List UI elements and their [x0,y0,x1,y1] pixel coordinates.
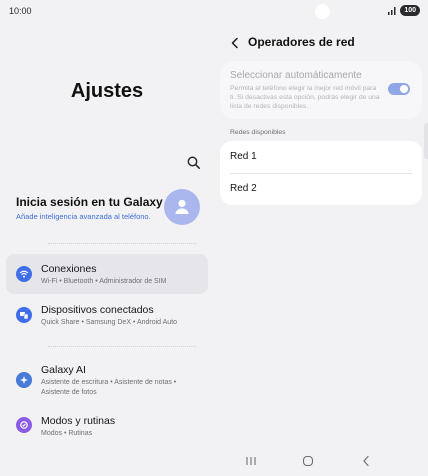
navigation-bar [214,446,428,476]
auto-select-toggle[interactable] [388,83,410,95]
page-title: Ajustes [70,80,144,102]
galaxy-account-row[interactable]: Inicia sesión en tu Galaxy Añade intelig… [6,185,206,233]
menu-item-subtitle: Asistente de escritura • Asistente de no… [41,379,177,396]
galaxy-ai-icon [16,372,32,388]
signal-icon [388,6,396,15]
back-arrow-icon [231,37,238,49]
home-icon [302,455,314,467]
network-label: Red 1 [230,151,257,162]
menu-item-modos-y-rutinas[interactable]: Modos y rutinas Modos • Rutinas [6,410,208,444]
page-title: Operadores de red [248,35,355,49]
menu-item-title: Galaxy AI [41,364,86,376]
status-bar: 10:00 100 [0,0,428,22]
menu-item-galaxy-ai[interactable]: Galaxy AI Asistente de escritura • Asist… [6,358,208,404]
back-button[interactable] [228,36,242,50]
menu-item-subtitle: Wi-Fi • Bluetooth • Administrador de SIM [41,278,167,285]
network-item[interactable]: Red 1 [220,141,422,173]
toggle-knob [400,85,408,93]
networks-list: Red 1 Red 2 [220,141,422,205]
menu-item-title: Modos y rutinas [41,415,116,427]
menu-item-subtitle: Modos • Rutinas [41,430,93,437]
modes-icon [16,417,32,433]
network-operators-pane: Operadores de red Seleccionar automática… [214,22,428,442]
settings-pane: Ajustes Inicia sesión en tu Galaxy Añade… [0,22,214,442]
status-icons: 100 [388,5,420,16]
menu-item-subtitle: Quick Share • Samsung DeX • Android Auto [41,319,178,326]
divider [48,346,196,347]
network-item[interactable]: Red 2 [220,173,422,205]
network-label: Red 2 [230,183,257,194]
chevron-left-icon [363,455,369,467]
devices-icon [16,307,32,323]
account-subtitle: Añade inteligencia avanzada al teléfono. [16,212,151,221]
menu-item-conexiones[interactable]: Conexiones Wi-Fi • Bluetooth • Administr… [6,254,208,294]
battery-icon: 100 [400,5,420,16]
menu-item-dispositivos-conectados[interactable]: Dispositivos conectados Quick Share • Sa… [6,298,208,334]
edge-panel-handle[interactable] [424,123,428,159]
back-nav-button[interactable] [358,454,374,468]
section-label: Redes disponibles [230,129,286,136]
person-icon [175,199,189,214]
avatar[interactable] [164,189,200,225]
home-button[interactable] [300,454,316,468]
auto-select-description: Permita al teléfono elegir la mejor red … [230,85,380,110]
menu-item-title: Conexiones [41,263,97,275]
menu-item-title: Dispositivos conectados [41,304,154,316]
account-title: Inicia sesión en tu Galaxy [16,195,163,209]
auto-select-card[interactable]: Seleccionar automáticamente Permita al t… [220,61,422,119]
wifi-icon [16,266,32,282]
recents-icon [246,457,256,465]
divider [48,243,196,244]
recents-button[interactable] [243,454,259,468]
camera-cutout [315,4,330,19]
auto-select-title: Seleccionar automáticamente [230,70,362,81]
search-icon [187,156,200,169]
search-button[interactable] [186,155,202,171]
status-time: 10:00 [9,6,32,16]
